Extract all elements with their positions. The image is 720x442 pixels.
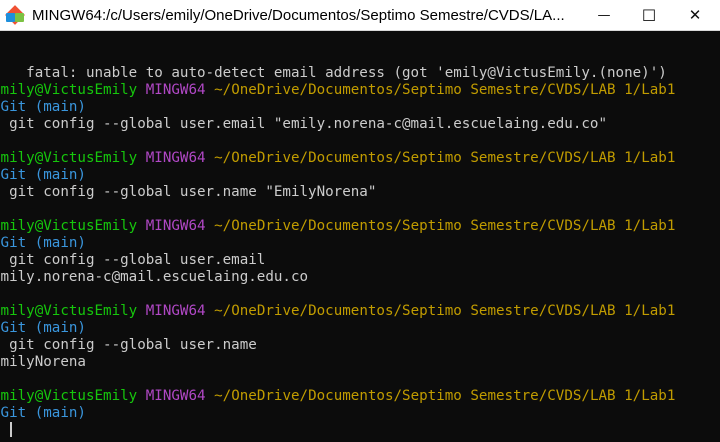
prompt-symbol: $: [0, 252, 1, 268]
prompt-line: emily@VictusEmily MINGW64 ~/OneDrive/Doc…: [0, 218, 675, 235]
window-title: MINGW64:/c/Users/emily/OneDrive/Document…: [32, 6, 564, 24]
prompt-vcs: -Git: [0, 235, 27, 251]
prompt-git-line: -Git (main): [0, 405, 86, 422]
maximize-icon: ☐: [641, 5, 657, 25]
command-output: emily.norena-c@mail.escuelaing.edu.co: [0, 269, 309, 285]
prompt-line: emily@VictusEmily MINGW64 ~/OneDrive/Doc…: [0, 82, 675, 99]
prompt-vcs: -Git: [0, 320, 27, 336]
prompt-vcs: -Git: [0, 99, 27, 115]
prompt-msystem: MINGW64: [145, 303, 206, 319]
prompt-line: emily@VictusEmily MINGW64 ~/OneDrive/Doc…: [0, 303, 675, 320]
prompt-user-host: emily@VictusEmily: [0, 82, 138, 98]
prompt-user-host: emily@VictusEmily: [0, 150, 138, 166]
maximize-button[interactable]: ☐: [626, 0, 672, 30]
prompt-msystem: MINGW64: [145, 218, 206, 234]
prompt-path: ~/OneDrive/Documentos/Septimo Semestre/C…: [214, 303, 676, 319]
minimize-button[interactable]: —: [581, 0, 627, 30]
command-text: git config --global user.name: [9, 337, 257, 353]
error-line: fatal: unable to auto-detect email addre…: [26, 65, 667, 81]
command-line: $ git config --global user.email "emily.…: [0, 116, 607, 133]
prompt-branch: (main): [34, 235, 86, 251]
prompt-symbol: $: [0, 116, 1, 132]
prompt-path: ~/OneDrive/Documentos/Septimo Semestre/C…: [214, 150, 676, 166]
command-output: EmilyNorena: [0, 354, 86, 370]
terminal-output[interactable]: fatal: unable to auto-detect email addre…: [0, 30, 720, 442]
command-text: git config --global user.name "EmilyNore…: [9, 184, 377, 200]
close-icon: ✕: [688, 6, 702, 24]
prompt-path: ~/OneDrive/Documentos/Septimo Semestre/C…: [214, 388, 676, 404]
title-bar[interactable]: MINGW64:/c/Users/emily/OneDrive/Document…: [0, 0, 720, 31]
prompt-git-line: -Git (main): [0, 235, 86, 252]
prompt-symbol: $: [0, 337, 1, 353]
prompt-path: ~/OneDrive/Documentos/Septimo Semestre/C…: [214, 82, 676, 98]
prompt-branch: (main): [34, 405, 86, 421]
git-bash-icon: [5, 5, 25, 25]
prompt-git-line: -Git (main): [0, 167, 86, 184]
prompt-branch: (main): [34, 320, 86, 336]
prompt-branch: (main): [34, 99, 86, 115]
prompt-line: emily@VictusEmily MINGW64 ~/OneDrive/Doc…: [0, 388, 675, 405]
prompt-path: ~/OneDrive/Documentos/Septimo Semestre/C…: [214, 218, 676, 234]
prompt-symbol: $: [0, 184, 1, 200]
prompt-git-line: -Git (main): [0, 99, 86, 116]
prompt-vcs: -Git: [0, 405, 27, 421]
prompt-line: emily@VictusEmily MINGW64 ~/OneDrive/Doc…: [0, 150, 675, 167]
prompt-symbol: $: [0, 422, 1, 438]
minimize-icon: —: [597, 7, 611, 23]
command-text: git config --global user.email "emily.no…: [9, 116, 608, 132]
prompt-msystem: MINGW64: [145, 388, 206, 404]
prompt-branch: (main): [34, 167, 86, 183]
prompt-msystem: MINGW64: [145, 82, 206, 98]
prompt-user-host: emily@VictusEmily: [0, 303, 138, 319]
active-command-line[interactable]: $: [0, 422, 13, 439]
text-cursor: [10, 422, 13, 437]
prompt-user-host: emily@VictusEmily: [0, 218, 138, 234]
prompt-git-line: -Git (main): [0, 320, 86, 337]
command-line: $ git config --global user.email: [0, 252, 265, 269]
command-line: $ git config --global user.name "EmilyNo…: [0, 184, 376, 201]
command-line: $ git config --global user.name: [0, 337, 257, 354]
prompt-user-host: emily@VictusEmily: [0, 388, 138, 404]
prompt-vcs: -Git: [0, 167, 27, 183]
prompt-msystem: MINGW64: [145, 150, 206, 166]
close-button[interactable]: ✕: [672, 0, 718, 30]
command-text: git config --global user.email: [9, 252, 266, 268]
